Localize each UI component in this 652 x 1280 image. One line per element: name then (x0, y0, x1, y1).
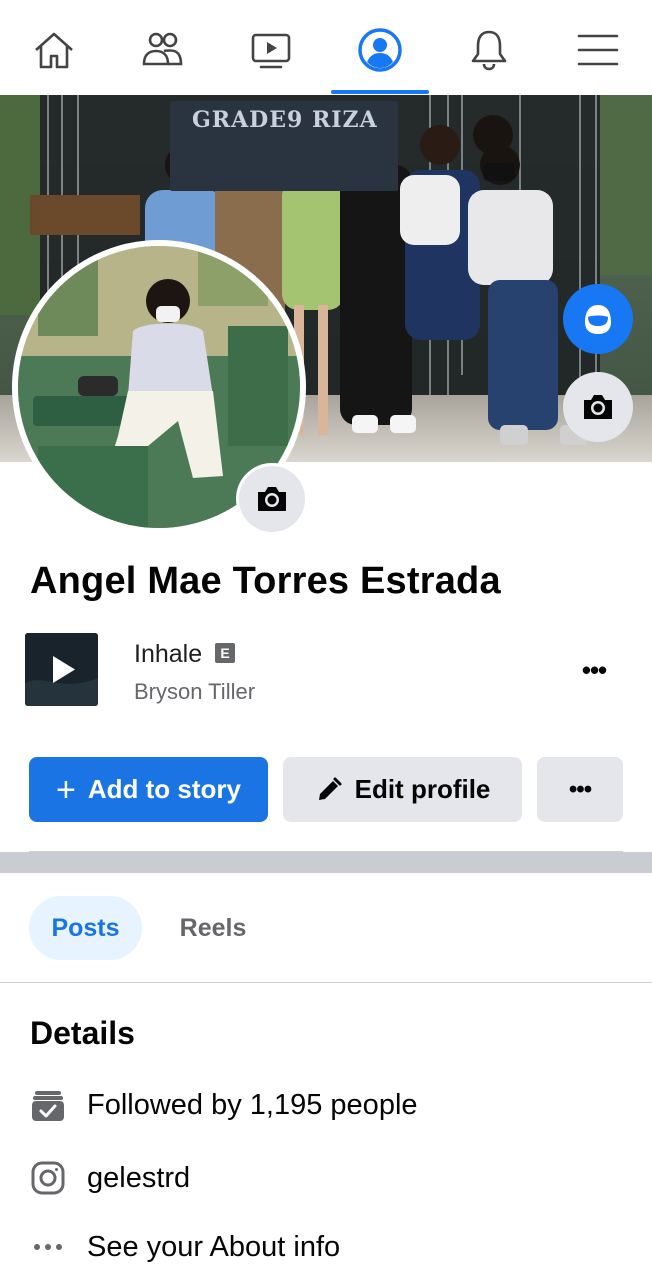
play-icon (25, 633, 98, 706)
nav-video-button[interactable] (239, 18, 303, 82)
edit-cover-photo-button[interactable] (563, 372, 633, 442)
nav-friends-button[interactable] (130, 18, 194, 82)
nav-active-indicator (331, 90, 429, 94)
cover-banner-text: GRADE9 RIZA (192, 107, 378, 133)
hamburger-icon (577, 34, 619, 66)
profile-more-button[interactable]: ••• (537, 757, 623, 822)
song-title: Inhale (134, 640, 203, 668)
song-artist: Bryson Tiller (134, 679, 256, 704)
detail-followers[interactable]: Followed by 1,195 people (29, 1085, 418, 1125)
song-more-button[interactable]: ••• (574, 650, 614, 690)
detail-about[interactable]: See your About info (29, 1227, 340, 1267)
edit-profile-picture-button[interactable] (236, 463, 308, 535)
nav-profile-button[interactable] (348, 18, 412, 82)
explicit-badge: E (215, 643, 235, 663)
more-dots-icon (29, 1228, 67, 1266)
tab-posts[interactable]: Posts (29, 896, 142, 960)
bell-icon (471, 30, 507, 71)
avatar-face-icon (585, 305, 611, 334)
pencil-icon (315, 776, 343, 804)
profile-icon (358, 28, 402, 72)
camera-icon (584, 395, 612, 419)
instagram-handle: gelestrd (87, 1161, 191, 1194)
avatar-creator-button[interactable] (563, 284, 633, 354)
instagram-icon (29, 1159, 67, 1197)
camera-icon (258, 487, 286, 511)
details-heading: Details (30, 1015, 135, 1051)
plus-icon: + (56, 770, 76, 809)
add-to-story-label: Add to story (87, 774, 241, 804)
tab-reels[interactable]: Reels (168, 896, 258, 960)
followers-icon (29, 1086, 67, 1124)
edit-profile-button[interactable]: Edit profile (283, 757, 522, 822)
about-info-link: See your About info (87, 1230, 341, 1263)
add-to-story-button[interactable]: + Add to story (29, 757, 268, 822)
divider (0, 982, 652, 983)
top-navigation (0, 0, 652, 95)
album-art[interactable] (25, 633, 98, 706)
detail-instagram[interactable]: gelestrd (29, 1158, 190, 1198)
nav-home-button[interactable] (22, 18, 86, 82)
edit-profile-label: Edit profile (354, 774, 491, 804)
nav-menu-button[interactable] (566, 18, 630, 82)
home-icon (35, 32, 73, 69)
video-icon (251, 33, 291, 69)
followers-text: Followed by 1,195 people (87, 1088, 418, 1121)
section-separator (0, 852, 652, 873)
nav-notifications-button[interactable] (457, 18, 521, 82)
friends-icon (142, 32, 183, 66)
profile-name: Angel Mae Torres Estrada (30, 560, 501, 602)
